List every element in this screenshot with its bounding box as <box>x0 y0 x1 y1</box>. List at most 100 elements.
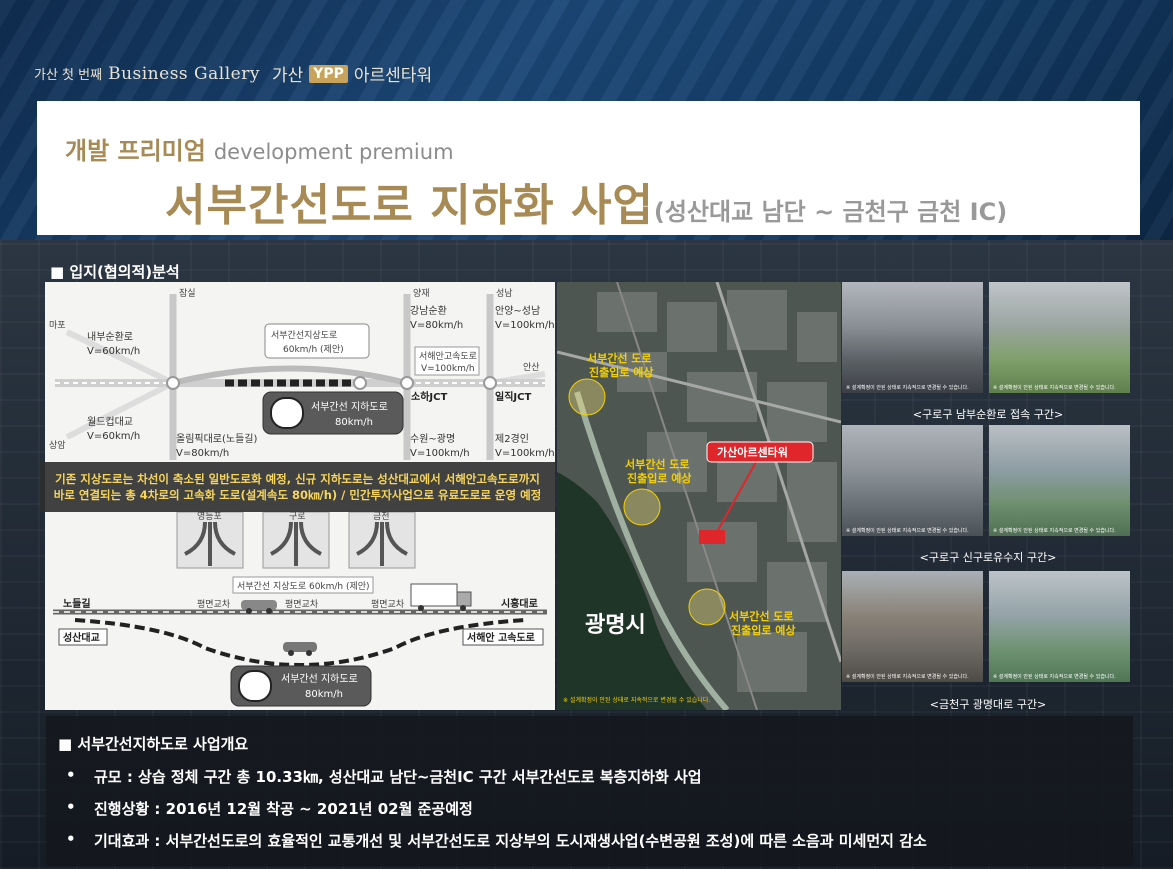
banner-line-2: 바로 연결되는 총 4차로의 고속화 도로(설계속도 80㎞/h) / 민간투자… <box>53 488 542 502</box>
kicker-english: development premium <box>213 140 454 164</box>
entry-label-1a: 서부간선 도로 <box>587 351 652 365</box>
entry-label-2b: 진출입로 예상 <box>627 471 692 485</box>
page-title-main: 서부간선도로 지하화 사업 <box>165 180 654 231</box>
road-label-suwon: 수원~광명 <box>410 433 455 445</box>
overview-title: ■ 서부간선지하도로 사업개요 <box>58 735 249 753</box>
road-label-gyeongin2: 제2경인 <box>495 432 529 445</box>
crossing-label-3: 평면교차 <box>371 598 405 610</box>
truck-icon <box>410 583 472 611</box>
crossing-label-1: 평면교차 <box>197 598 231 610</box>
photo-3b: ※ 설계확정이 안된 상태로 지속적으로 변경될 수 있습니다. <box>989 571 1130 682</box>
overview-item-1: • 규모 : 상습 정체 구간 총 10.33㎞, 성산대교 남단~금천IC 구… <box>66 766 702 787</box>
road-sangam <box>65 380 175 440</box>
entry-label-3a: 서부간선 도로 <box>729 609 794 623</box>
node-left <box>166 376 180 390</box>
bullet-3: • <box>66 830 76 848</box>
photo-note-3b: ※ 설계확정이 안된 상태로 지속적으로 변경될 수 있습니다. <box>993 674 1116 680</box>
photo-2b: ※ 설계확정이 안된 상태로 지속적으로 변경될 수 있습니다. <box>989 425 1130 536</box>
photo-1b: ※ 설계확정이 안된 상태로 지속적으로 변경될 수 있습니다. <box>989 282 1130 393</box>
tunnel-speed: 80km/h <box>335 417 373 428</box>
analysis-title: ■ 입지(협의적)분석 <box>50 263 180 281</box>
kicker-korean: 개발 프리미엄 <box>65 137 206 165</box>
entry-label-3b: 진출입로 예상 <box>731 623 796 637</box>
photo-note-1b: ※ 설계확정이 안된 상태로 지속적으로 변경될 수 있습니다. <box>993 385 1116 391</box>
road-label-anyang: 안양~성남 <box>495 305 540 317</box>
tower-label: 가산아르센타워 <box>717 445 788 459</box>
photo-note-2a: ※ 설계확정이 안된 상태로 지속적으로 변경될 수 있습니다. <box>846 528 969 534</box>
overview-item-1-text: 규모 : 상습 정체 구간 총 10.33㎞, 성산대교 남단~금천IC 구간 … <box>94 768 702 786</box>
road-speed-naebu: V=60km/h <box>87 346 140 357</box>
info-banner: 기존 지상도로는 차선이 축소된 일반도로화 예정, 신규 지하도로는 성산대교… <box>40 462 555 512</box>
section-kicker: 개발 프리미엄 development premium <box>65 131 454 166</box>
junction-soha: 소하JCT <box>411 390 447 403</box>
overview-box: ■ 서부간선지하도로 사업개요 • 규모 : 상습 정체 구간 총 10.33㎞… <box>46 716 1133 866</box>
ramp-label-2: 구로 <box>289 511 306 522</box>
road-speed-olympic: V=80km/h <box>176 448 229 459</box>
satellite-map: 가산아르센타워 서부간선 도로 진출입로 예상 서부간선 도로 진출입로 예상 … <box>557 282 841 710</box>
entry-label-1b: 진출입로 예상 <box>589 365 654 379</box>
node-label-ansan: 안산 <box>523 362 540 373</box>
entry-marker-1 <box>568 378 606 416</box>
photo-2a: ※ 설계확정이 안된 상태로 지속적으로 변경될 수 있습니다. <box>842 425 983 536</box>
road-label-olympic: 올림픽대로(노들길) <box>176 432 258 445</box>
tunnel-car-icon <box>283 642 317 656</box>
photo-note-3a: ※ 설계확정이 안된 상태로 지속적으로 변경될 수 있습니다. <box>846 674 969 680</box>
overview-item-2-text: 진행상황 : 2016년 12월 착공 ~ 2021년 02월 준공예정 <box>94 800 473 818</box>
banner-line-1: 기존 지상도로는 차선이 축소된 일반도로화 예정, 신규 지하도로는 성산대교… <box>55 472 540 486</box>
node-label-seongnam: 성남 <box>496 288 513 299</box>
photo-grid: ※ 설계확정이 안된 상태로 지속적으로 변경될 수 있습니다. ※ 설계확정이… <box>842 282 1134 711</box>
overview-item-2: • 진행상황 : 2016년 12월 착공 ~ 2021년 02월 준공예정 <box>66 798 473 819</box>
brand-line: 가산 첫 번째 Business Gallery 가산 YPP 아르센타워 <box>34 61 433 87</box>
tunnel-label-bottom: 서부간선 지하도로 <box>281 672 358 685</box>
tower-site <box>699 530 725 544</box>
callout-speed: 60km/h (제안) <box>283 344 344 355</box>
overview-item-3-text: 기대효과 : 서부간선도로의 효율적인 교통개선 및 서부간선도로 지상부의 도… <box>94 832 927 850</box>
page-title-sub: (성산대교 남단 ~ 금천구 금천 IC) <box>653 198 1008 226</box>
ramp-label-1: 영등포 <box>197 511 222 522</box>
entry-marker-2 <box>623 488 661 526</box>
entry-marker-3 <box>688 588 726 626</box>
left-top-label: 노들길 <box>63 597 91 610</box>
brand-gallery: Business Gallery <box>108 63 260 84</box>
road-label-seohaean: 서해안고속도로 <box>419 351 477 362</box>
road-speed-gangnam: V=80km/h <box>410 320 463 331</box>
road-speed-suwon: V=100km/h <box>410 448 470 459</box>
road-label-naebu: 내부순환로 <box>87 331 133 343</box>
photo-1a: ※ 설계확정이 안된 상태로 지속적으로 변경될 수 있습니다. <box>842 282 983 393</box>
road-speed-worldcup: V=60km/h <box>87 431 140 442</box>
road-speed-anyang: V=100km/h <box>495 320 555 331</box>
page-title: 서부간선도로 지하화 사업(성산대교 남단 ~ 금천구 금천 IC) <box>165 169 1007 233</box>
photo-3a: ※ 설계확정이 안된 상태로 지속적으로 변경될 수 있습니다. <box>842 571 983 682</box>
road-speed-gyeongin2: V=100km/h <box>495 448 555 459</box>
surface-label: 서부간선 지상도로 60km/h (제안) <box>237 581 370 592</box>
right-bottom-label: 서해안 고속도로 <box>467 631 535 644</box>
right-top-label: 시흥대로 <box>501 597 538 610</box>
node-mid <box>353 376 367 390</box>
bullet-2: • <box>66 798 76 816</box>
header-card: 개발 프리미엄 development premium 서부간선도로 지하화 사업… <box>37 101 1140 235</box>
road-label-gangnam: 강남순환 <box>410 305 447 317</box>
tunnel-label: 서부간선 지하도로 <box>311 400 388 413</box>
junction-iljik: 일직JCT <box>495 390 531 403</box>
tunnel-speed-bottom: 80km/h <box>305 689 343 700</box>
node-label-yangjae: 양재 <box>413 288 430 299</box>
left-bottom-label: 성산대교 <box>63 631 100 644</box>
bullet-1: • <box>66 766 76 784</box>
road-speed-seohaean: V=100km/h <box>421 364 475 374</box>
tunnel-icon-bottom <box>238 670 272 702</box>
map-note: ※ 설계확정이 안된 상태로 지속적으로 변경될 수 있습니다. <box>563 696 710 704</box>
brand-tower: 아르센타워 <box>353 66 433 86</box>
photo-caption-2: <구로구 신구로유수지 구간> <box>919 551 1057 564</box>
tunnel-icon <box>270 397 304 429</box>
road-label-worldcup: 월드컵대교 <box>87 415 133 428</box>
ypp-logo: YPP <box>309 64 348 83</box>
map-svg: 가산아르센타워 서부간선 도로 진출입로 예상 서부간선 도로 진출입로 예상 … <box>557 282 841 710</box>
ramp-label-3: 금천 <box>373 511 390 522</box>
brand-tagline: 가산 첫 번째 <box>34 68 103 83</box>
brand-place: 가산 <box>271 66 304 86</box>
node-label-mapo: 마포 <box>49 320 66 331</box>
callout-title: 서부간선지상도로 <box>271 330 337 341</box>
photo-note-1a: ※ 설계확정이 안된 상태로 지속적으로 변경될 수 있습니다. <box>846 385 969 391</box>
node-sohajct <box>400 376 414 390</box>
photo-note-2b: ※ 설계확정이 안된 상태로 지속적으로 변경될 수 있습니다. <box>993 528 1116 534</box>
